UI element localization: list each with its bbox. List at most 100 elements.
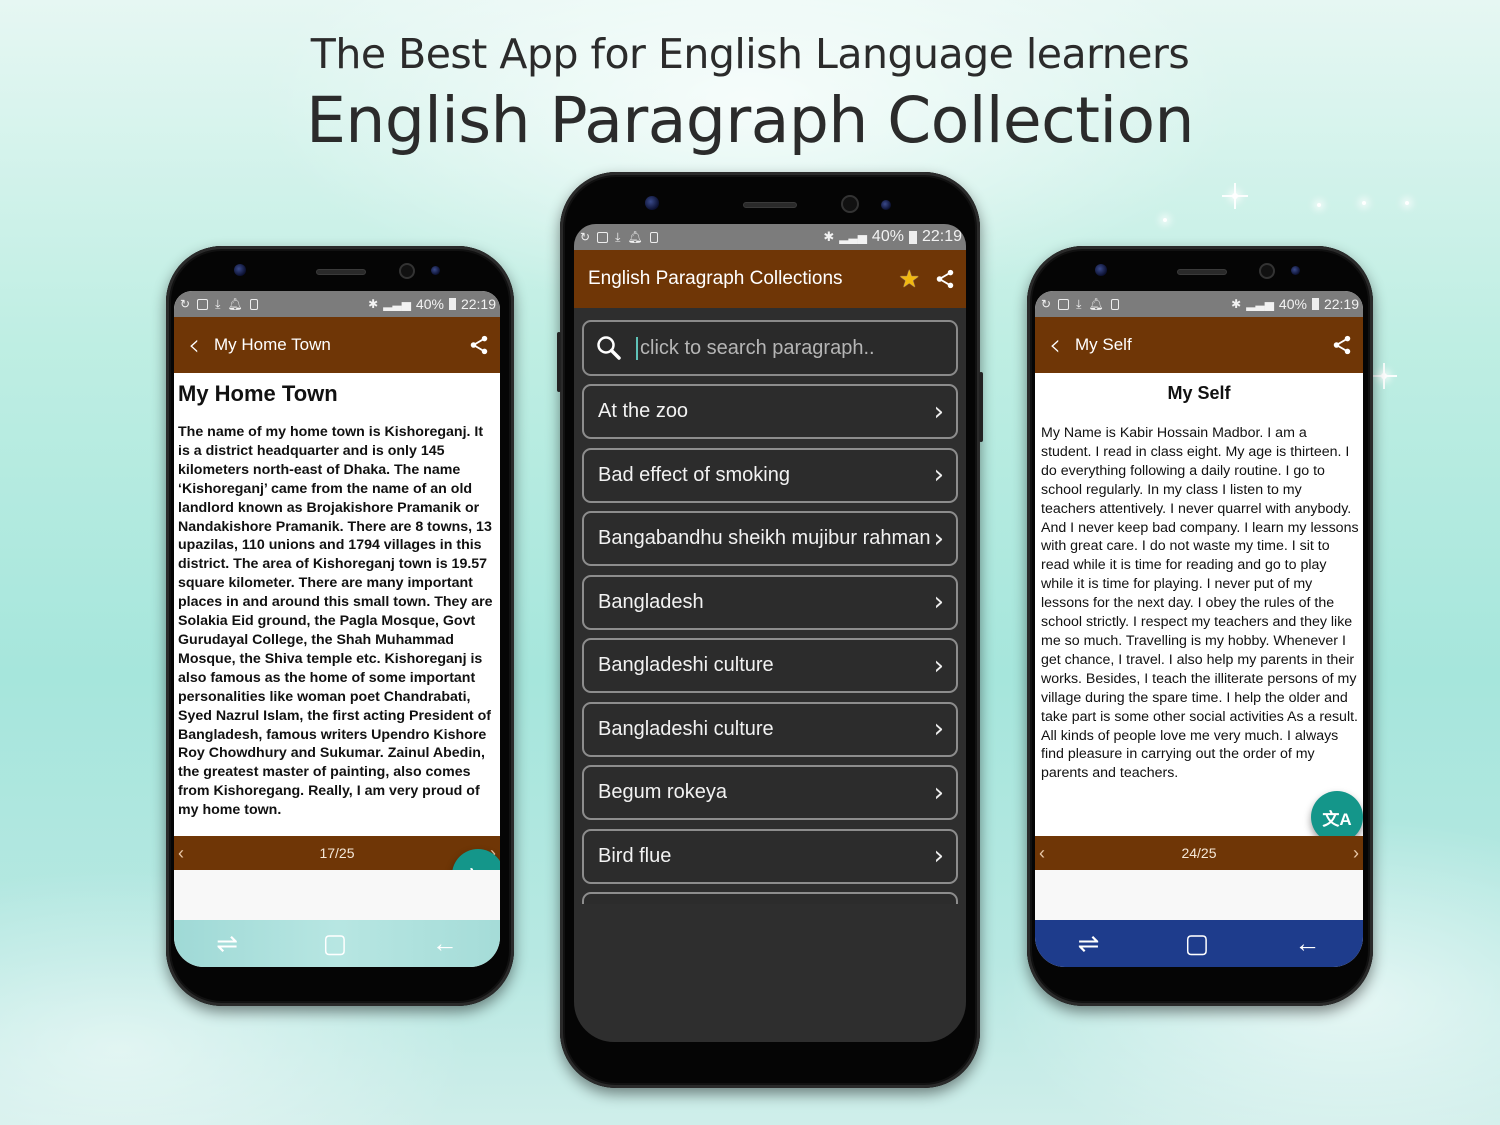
earpiece-speaker: [743, 202, 797, 208]
back-button[interactable]: ‹: [1035, 328, 1075, 363]
battery-saver-icon: [1110, 298, 1119, 310]
proximity-sensor: [399, 263, 415, 279]
phone-center: ↻ ⤓ 🔔︎ ✱ ▂▃▅ 40% 22:19 English Paragraph…: [557, 172, 983, 1088]
search-box[interactable]: [582, 320, 958, 376]
home-button[interactable]: ▢: [323, 928, 348, 959]
download-icon: ⤓: [215, 296, 221, 311]
clock: 22:19: [1323, 296, 1359, 312]
volume-button: [557, 332, 561, 392]
list-item[interactable]: At the zoo ›: [582, 384, 958, 439]
translate-icon: 文A: [1322, 809, 1352, 829]
list-item[interactable]: Childhood memoris›: [582, 892, 958, 904]
nav-back-button[interactable]: ←: [432, 928, 458, 959]
bluetooth-icon: ✱: [368, 297, 379, 311]
proximity-sensor: [1259, 263, 1275, 279]
chevron-right-icon: ›: [933, 523, 944, 554]
signal-icon: ▂▃▅: [1246, 297, 1274, 311]
list-item[interactable]: Bangladeshi culture ›: [582, 701, 958, 757]
battery-percent: 40%: [871, 228, 904, 245]
chevron-right-icon: ›: [933, 587, 944, 617]
page-indicator: 24/25: [1181, 845, 1217, 861]
favorite-star-icon[interactable]: ★: [898, 265, 920, 294]
phone-right: ↻ ⤓ 🔔︎ ✱ ▂▃▅ 40% 22:19 ‹ My Self My Self…: [1027, 246, 1373, 1006]
pager-bar: ‹ 24/25 ›: [1035, 836, 1363, 870]
battery-saver-icon: [249, 298, 258, 310]
pager-bar: ‹ 17/25 ›: [174, 836, 500, 870]
share-icon[interactable]: [468, 334, 490, 356]
image-icon: [597, 231, 609, 243]
nav-back-button[interactable]: ←: [1294, 928, 1320, 959]
proximity-sensor: [841, 195, 859, 213]
front-camera: [1095, 264, 1107, 276]
toolbar-title: My Self: [1075, 335, 1132, 354]
recents-button[interactable]: ⇌: [1078, 928, 1100, 959]
front-camera: [645, 196, 659, 210]
sync-icon: ↻: [1041, 297, 1052, 311]
earpiece-speaker: [316, 269, 366, 275]
article-body: My Name is Kabir Hossain Madbor. I am a …: [1041, 425, 1359, 782]
notification-icon: 🔔︎: [627, 230, 643, 244]
bluetooth-icon: ✱: [1231, 297, 1242, 311]
share-icon[interactable]: [934, 268, 956, 290]
article-body: The name of my home town is Kishoreganj.…: [178, 424, 493, 819]
navigation-bar: ⇌ ▢ ←: [1035, 920, 1363, 967]
content-footer: [1035, 870, 1363, 920]
sparkle-decoration: [1371, 363, 1397, 389]
list-item[interactable]: Bangladesh ›: [582, 574, 958, 630]
signal-icon: ▂▃▅: [383, 297, 411, 311]
sync-icon: ↻: [580, 230, 591, 244]
image-icon: [1058, 298, 1070, 310]
earpiece-speaker: [1177, 269, 1227, 275]
front-camera: [234, 264, 246, 276]
sparkle-decoration: [1405, 201, 1409, 205]
chevron-right-icon: ›: [933, 777, 944, 808]
chevron-right-icon: ›: [933, 396, 944, 427]
next-page-button[interactable]: ›: [1353, 843, 1359, 864]
status-bar: ↻ ⤓ 🔔︎ ✱ ▂▃▅ 40% 22:19: [174, 291, 500, 317]
toolbar: ‹ My Home Town: [174, 317, 500, 373]
download-icon: ⤓: [615, 229, 621, 244]
article: My Self My Name is Kabir Hossain Madbor.…: [1035, 373, 1363, 783]
page-indicator: 17/25: [319, 845, 355, 861]
screen: ↻ ⤓ 🔔︎ ✱ ▂▃▅ 40% 22:19 ‹ My Self My Self…: [1035, 291, 1363, 967]
prev-page-button[interactable]: ‹: [178, 843, 184, 864]
list-item[interactable]: Bangladeshi culture ›: [582, 638, 958, 693]
list-item[interactable]: Bird flue ›: [582, 828, 958, 884]
toolbar-title: My Home Town: [214, 335, 331, 354]
home-button[interactable]: ▢: [1185, 928, 1210, 959]
article-title: My Home Town: [178, 381, 338, 406]
share-icon[interactable]: [1331, 334, 1353, 356]
list-item[interactable]: Bangabandhu sheikh mujibur rahman ›: [582, 511, 958, 566]
screen: ↻ ⤓ 🔔︎ ✱ ▂▃▅ 40% 22:19 ‹ My Home Town My…: [174, 291, 500, 967]
battery-percent: 40%: [415, 296, 444, 312]
prev-page-button[interactable]: ‹: [1039, 843, 1045, 864]
toolbar: ‹ My Self: [1035, 317, 1363, 373]
battery-icon: [1311, 298, 1319, 310]
battery-icon: [908, 230, 917, 244]
sparkle-decoration: [1222, 183, 1248, 209]
chevron-right-icon: ›: [933, 841, 944, 871]
status-bar: ↻ ⤓ 🔔︎ ✱ ▂▃▅ 40% 22:19: [574, 224, 966, 250]
navigation-bar: ⇌ ▢ ←: [174, 920, 500, 967]
screen: ↻ ⤓ 🔔︎ ✱ ▂▃▅ 40% 22:19 English Paragraph…: [574, 224, 966, 1042]
app-toolbar: English Paragraph Collections ★: [574, 250, 966, 308]
recents-button[interactable]: ⇌: [216, 928, 238, 959]
chevron-right-icon: ›: [933, 714, 944, 744]
signal-icon: ▂▃▅: [839, 230, 867, 244]
search-input[interactable]: [636, 336, 956, 360]
back-button[interactable]: ‹: [174, 328, 214, 363]
clock: 22:19: [921, 228, 962, 245]
list-item[interactable]: Bad effect of smoking ›: [582, 447, 958, 503]
notification-icon: 🔔︎: [1088, 297, 1104, 311]
notification-icon: 🔔︎: [227, 297, 243, 311]
sparkle-decoration: [1362, 201, 1366, 205]
banner-subtitle: The Best App for English Language learne…: [310, 30, 1190, 78]
banner-title: English Paragraph Collection: [306, 84, 1194, 157]
image-icon: [197, 298, 209, 310]
iris-sensor: [1291, 266, 1300, 275]
chevron-right-icon: ›: [933, 650, 944, 681]
article: My Home Town The name of my home town is…: [174, 373, 500, 820]
chevron-right-icon: ›: [933, 460, 944, 490]
iris-sensor: [431, 266, 440, 275]
list-item[interactable]: Begum rokeya ›: [582, 765, 958, 820]
